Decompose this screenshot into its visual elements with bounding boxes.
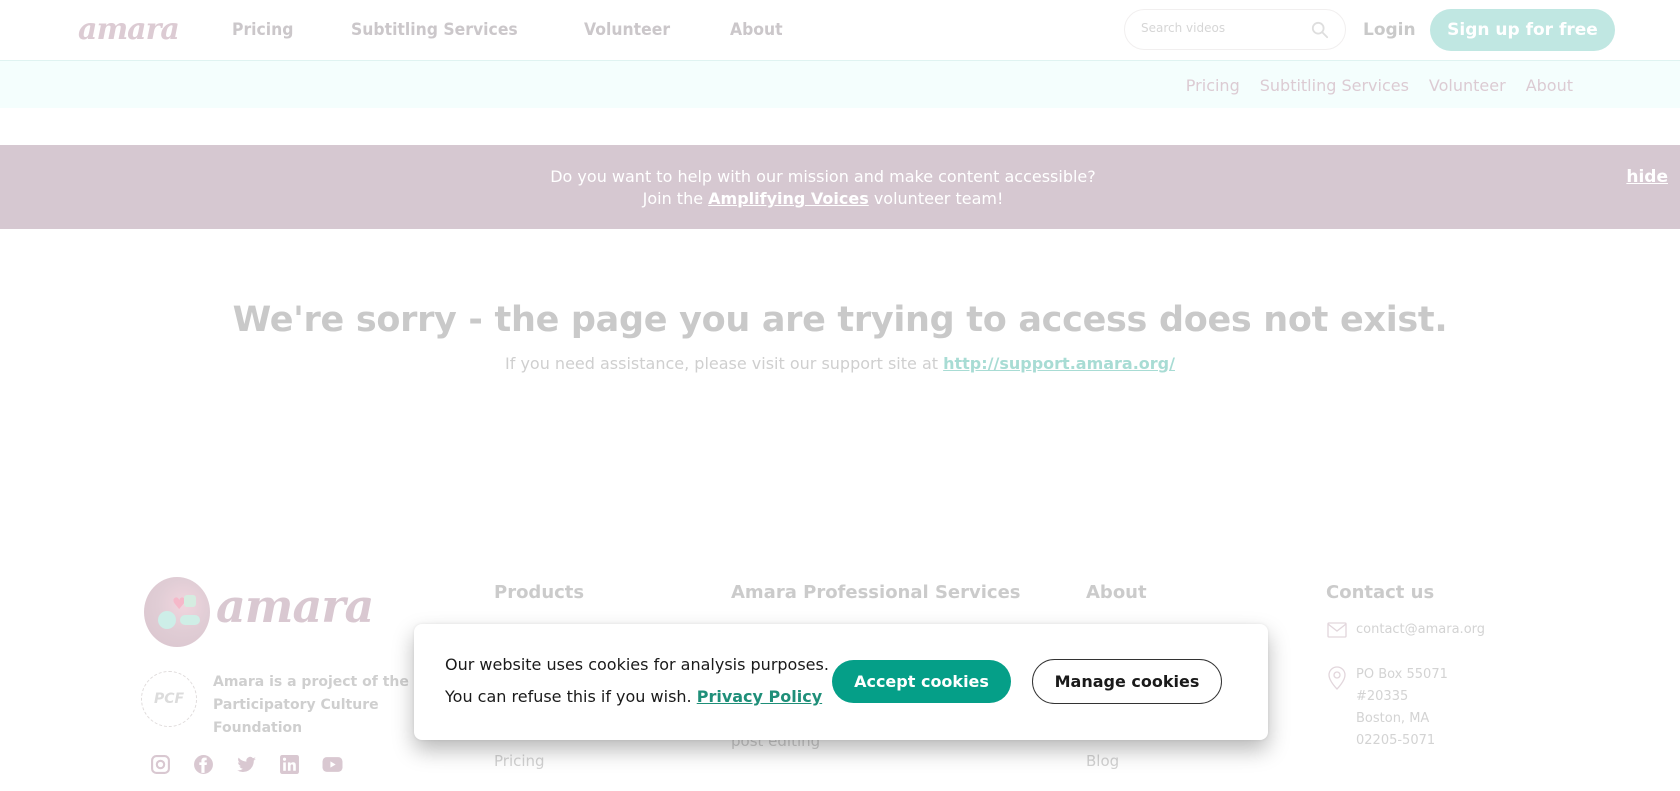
search-icon[interactable] <box>1311 21 1329 39</box>
accept-cookies-button[interactable]: Accept cookies <box>832 660 1011 703</box>
sub-nav: Pricing Subtitling Services Volunteer Ab… <box>0 61 1680 108</box>
twitter-icon[interactable] <box>236 754 257 775</box>
banner-text: Do you want to help with our mission and… <box>550 167 1096 186</box>
support-message: If you need assistance, please visit our… <box>0 354 1680 373</box>
login-link[interactable]: Login <box>1363 20 1416 40</box>
instagram-icon[interactable] <box>150 754 171 775</box>
amara-logo-mark-icon: ♥ <box>144 577 210 647</box>
cookie-refuse-text: You can refuse this if you wish. <box>445 687 697 706</box>
banner-suffix: volunteer team! <box>868 189 1004 208</box>
manage-cookies-button[interactable]: Manage cookies <box>1032 659 1222 704</box>
nav-volunteer[interactable]: Volunteer <box>584 20 670 40</box>
youtube-icon[interactable] <box>322 754 343 775</box>
nav-subtitling-services[interactable]: Subtitling Services <box>351 20 518 40</box>
signup-button[interactable]: Sign up for free <box>1430 9 1615 51</box>
location-pin-icon <box>1328 666 1346 690</box>
banner-text-2: Join the Amplifying Voices volunteer tea… <box>0 189 1646 208</box>
search-input[interactable] <box>1141 21 1301 35</box>
pcf-badge-icon[interactable]: PCF <box>141 671 197 727</box>
facebook-icon[interactable] <box>193 754 214 775</box>
error-title: We're sorry - the page you are trying to… <box>232 300 1448 340</box>
mail-icon <box>1327 622 1347 638</box>
banner-prefix: Join the <box>642 189 709 208</box>
top-header: amara Pricing Subtitling Services Volunt… <box>0 0 1680 61</box>
amara-logo[interactable]: amara <box>78 12 180 47</box>
footer-about-heading: About <box>1086 582 1147 603</box>
footer-logo-text: amara <box>216 579 374 633</box>
main-nav: Pricing Subtitling Services Volunteer Ab… <box>232 20 839 40</box>
subnav-volunteer[interactable]: Volunteer <box>1429 76 1506 95</box>
cookie-consent-dialog: Our website uses cookies for analysis pu… <box>414 624 1268 740</box>
support-link[interactable]: http://support.amara.org/ <box>943 354 1175 373</box>
subnav-pricing[interactable]: Pricing <box>1186 76 1240 95</box>
volunteer-banner: Do you want to help with our mission and… <box>0 145 1680 229</box>
contact-email-link[interactable]: contact@amara.org <box>1356 622 1485 637</box>
footer-services-heading: Amara Professional Services <box>731 582 1021 603</box>
address-line-4: 02205-5071 <box>1356 733 1436 748</box>
linkedin-icon[interactable] <box>279 754 300 775</box>
support-prefix: If you need assistance, please visit our… <box>505 354 944 373</box>
subnav-about[interactable]: About <box>1526 76 1573 95</box>
address-line-2: #20335 <box>1356 689 1409 704</box>
footer-logo[interactable]: ♥ amara <box>142 577 392 649</box>
subnav-subtitling-services[interactable]: Subtitling Services <box>1260 76 1409 95</box>
search-box <box>1124 9 1346 50</box>
amplifying-voices-link[interactable]: Amplifying Voices <box>708 189 869 208</box>
address-line-1: PO Box 55071 <box>1356 667 1448 682</box>
footer-link-pricing[interactable]: Pricing <box>494 752 545 770</box>
social-links <box>150 754 343 775</box>
footer-link-blog[interactable]: Blog <box>1086 752 1119 770</box>
hide-banner-link[interactable]: hide <box>1626 167 1668 187</box>
privacy-policy-link[interactable]: Privacy Policy <box>697 687 822 706</box>
nav-pricing[interactable]: Pricing <box>232 20 294 40</box>
footer-contact-heading: Contact us <box>1326 582 1435 603</box>
address-line-3: Boston, MA <box>1356 711 1430 726</box>
cookie-message-2: You can refuse this if you wish. Privacy… <box>445 687 822 706</box>
footer-products-heading: Products <box>494 582 585 603</box>
pcf-text: Amara is a project of the Participatory … <box>213 674 409 736</box>
cookie-message: Our website uses cookies for analysis pu… <box>445 655 829 674</box>
nav-about[interactable]: About <box>730 20 783 40</box>
